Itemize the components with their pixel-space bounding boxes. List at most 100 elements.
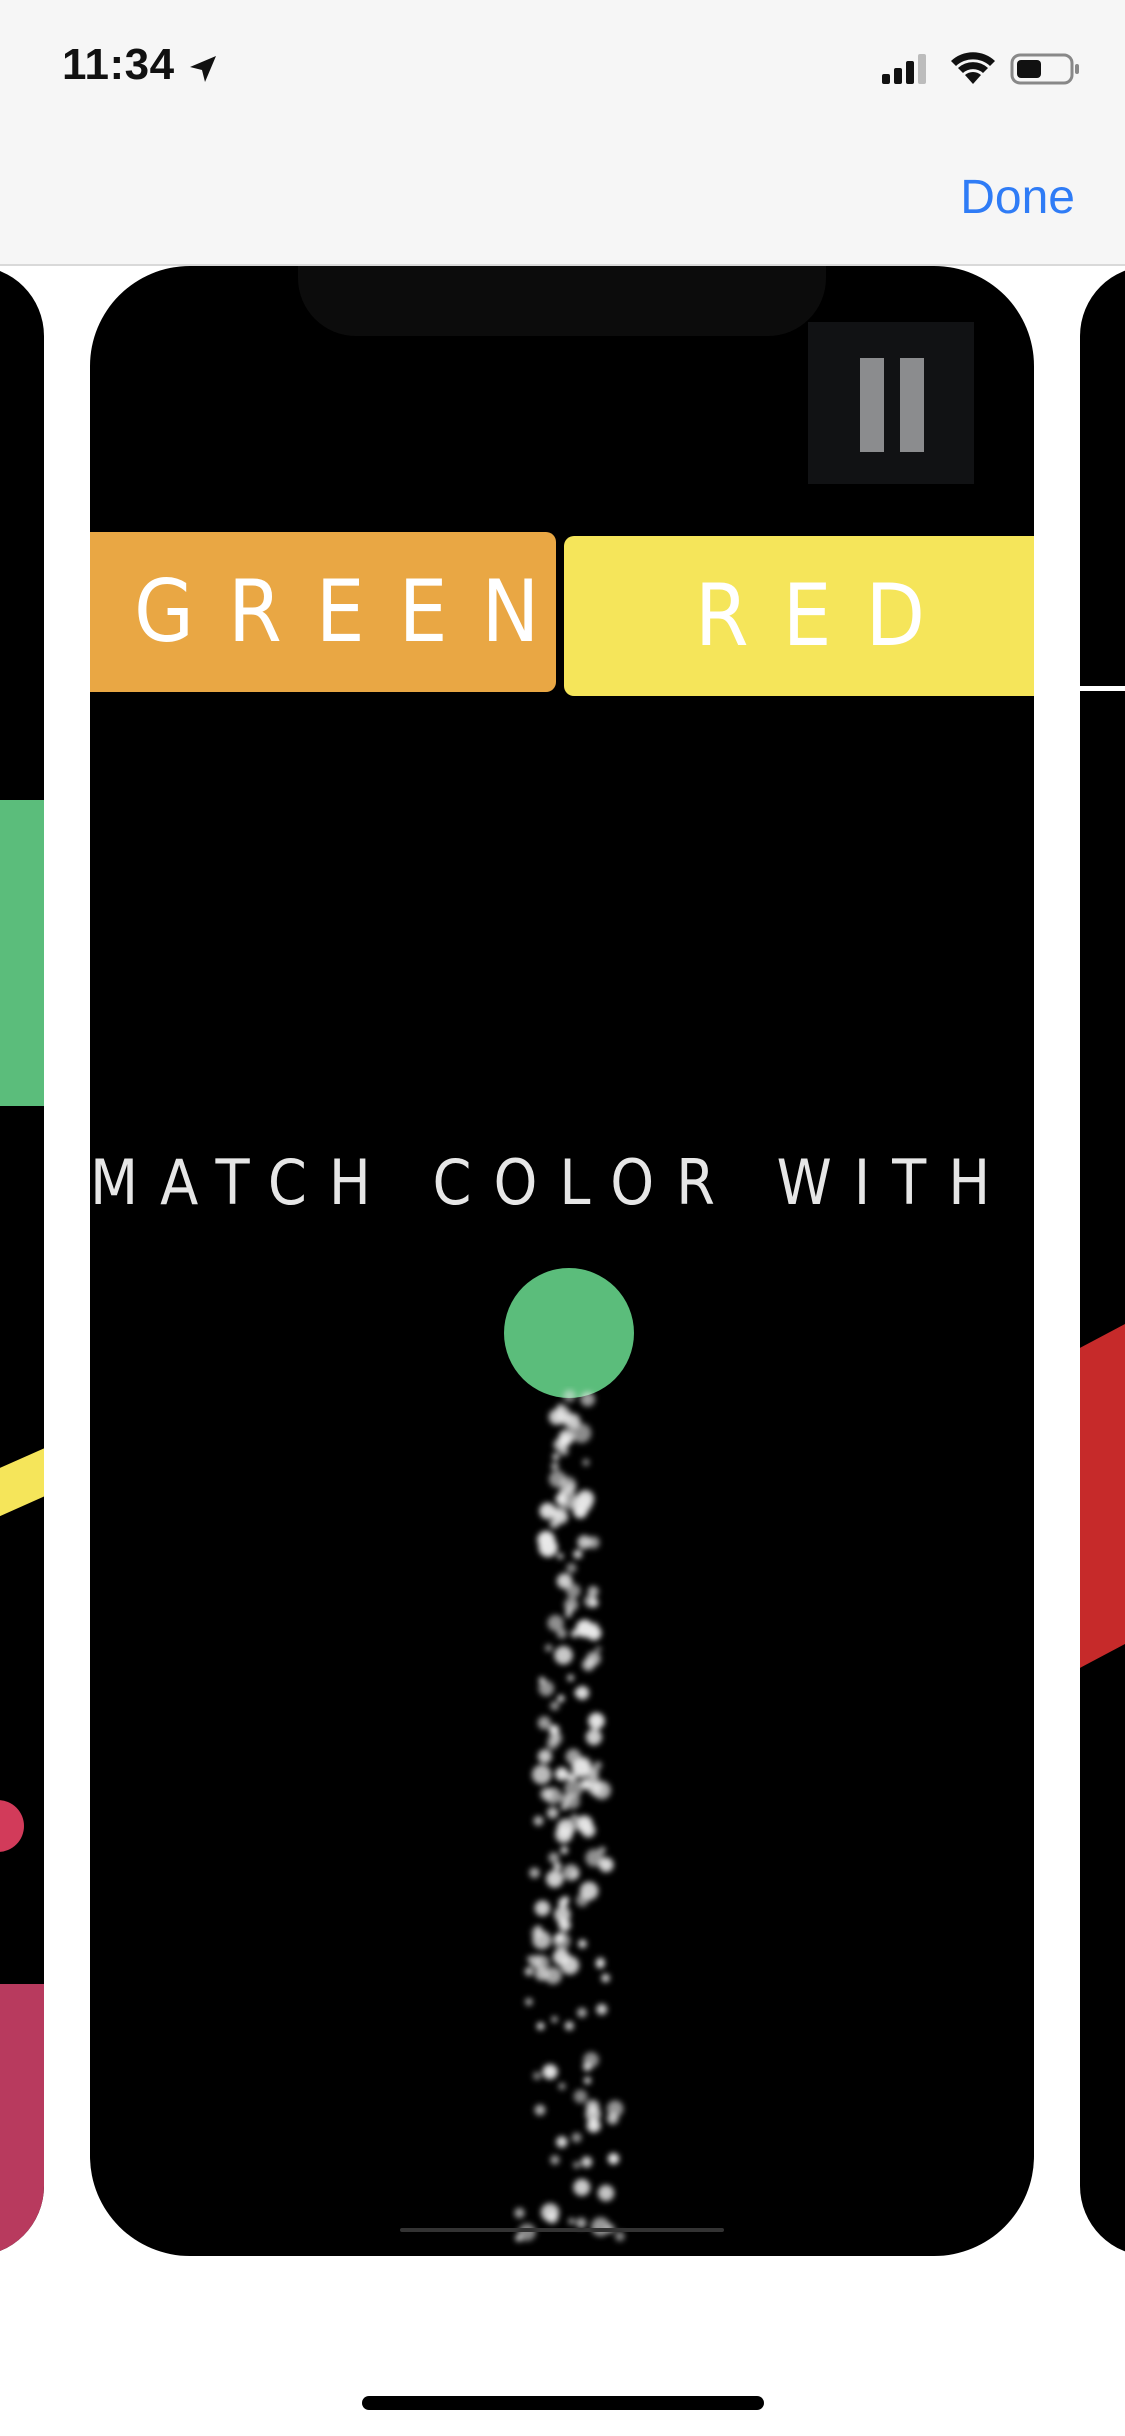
- trail-particle: [578, 1939, 587, 1949]
- trail-particle: [552, 1948, 570, 1966]
- battery-icon: [1010, 53, 1079, 85]
- trail-particle: [555, 1767, 569, 1781]
- cellular-signal-icon: [882, 54, 926, 84]
- trail-particle: [573, 2178, 591, 2196]
- pause-button[interactable]: [808, 322, 974, 484]
- trail-particle: [570, 1629, 579, 1638]
- trail-particle: [554, 1646, 573, 1665]
- trail-particle: [531, 1764, 552, 1785]
- next-screenshot[interactable]: [1080, 266, 1125, 2256]
- trail-particle: [615, 2231, 625, 2242]
- trail-particle: [534, 2104, 546, 2116]
- trail-particle: [553, 1438, 567, 1452]
- trail-particle: [583, 2052, 599, 2068]
- trail-particle: [558, 2082, 566, 2090]
- home-indicator[interactable]: [362, 2396, 764, 2410]
- pause-icon-bar: [900, 358, 924, 452]
- trail-particle: [593, 1761, 602, 1770]
- trail-particle: [586, 1625, 602, 1641]
- trail-particle: [548, 1731, 563, 1746]
- trail-particle: [574, 1756, 592, 1774]
- trail-particle: [548, 1470, 567, 1488]
- done-button[interactable]: Done: [960, 170, 1075, 225]
- trail-particle: [562, 1864, 580, 1881]
- trail-particle: [555, 1825, 573, 1844]
- trail-particle: [544, 1787, 562, 1805]
- status-time: 11:34: [62, 40, 175, 89]
- trail-particle: [607, 2153, 620, 2165]
- trail-particle: [596, 1957, 605, 1966]
- magenta-block: [0, 1984, 44, 2256]
- trail-particle: [573, 2089, 588, 2104]
- location-arrow-icon: [190, 56, 216, 82]
- trail-particle: [577, 2007, 587, 2018]
- previous-screenshot[interactable]: [0, 266, 44, 2256]
- trail-particle: [596, 2003, 608, 2015]
- trail-particle: [581, 1823, 596, 1838]
- trail-particle: [588, 1776, 601, 1789]
- trail-particle: [601, 1973, 610, 1983]
- trail-particle: [553, 1862, 562, 1871]
- trail-particle: [589, 1598, 599, 1608]
- red-block: [1080, 1284, 1125, 1668]
- trail-particle: [550, 2155, 560, 2165]
- trail-particle: [524, 1967, 534, 1976]
- trail-particle: [595, 1646, 602, 1653]
- trail-particle: [538, 1680, 555, 1697]
- white-line: [1080, 686, 1125, 691]
- trail-particle: [532, 1930, 552, 1950]
- trail-particle: [534, 1900, 551, 1916]
- current-screenshot[interactable]: GREEN RED MATCH COLOR WITH TEXT: [90, 266, 1034, 2256]
- trail-particle: [532, 2071, 542, 2081]
- particle-trail: [514, 1389, 625, 2242]
- trail-particle: [557, 1553, 564, 1560]
- screen: 11:34 Done GREEN RED MATCH COLOR WITH: [0, 0, 1125, 2436]
- trail-particle: [575, 2217, 587, 2229]
- trail-particle: [556, 1410, 572, 1425]
- trail-particle: [585, 2106, 601, 2123]
- trail-particle: [606, 2112, 619, 2125]
- wifi-icon: [951, 52, 995, 84]
- trail-particle: [580, 1391, 596, 1407]
- trail-particle: [564, 1793, 581, 1810]
- trail-particle: [552, 1932, 571, 1950]
- trail-particle: [582, 1658, 595, 1671]
- trail-particle: [585, 1729, 602, 1746]
- trail-particle: [546, 1807, 559, 1819]
- trail-particle: [582, 1458, 590, 1466]
- trail-particle: [566, 1562, 577, 1574]
- trail-particle: [573, 2161, 581, 2169]
- trail-particle: [575, 1686, 590, 1700]
- instruction-text: MATCH COLOR WITH TEXT: [90, 1146, 1034, 1219]
- trail-particle: [566, 1583, 581, 1599]
- trail-particle: [544, 1967, 562, 1985]
- trail-particle: [540, 2203, 560, 2222]
- trail-particle: [551, 2016, 558, 2023]
- trail-particle: [550, 1701, 560, 1711]
- status-bar: 11:34: [0, 0, 1125, 140]
- trail-particle: [579, 1881, 599, 1901]
- trail-particle: [571, 1423, 592, 1443]
- trail-particle: [563, 1389, 576, 1403]
- trail-particle: [588, 1712, 605, 1730]
- pause-icon: [860, 358, 884, 452]
- trail-particle: [544, 1644, 553, 1652]
- trail-particle: [556, 1628, 567, 1639]
- trail-particle: [553, 1509, 569, 1525]
- trail-particle: [587, 1586, 599, 1597]
- trail-particle: [542, 2064, 558, 2080]
- trail-particle: [555, 1493, 568, 1506]
- screenshot-carousel[interactable]: GREEN RED MATCH COLOR WITH TEXT: [0, 266, 1125, 2266]
- trail-particle: [550, 1462, 559, 1471]
- trail-particle: [571, 2132, 582, 2143]
- trail-particle: [526, 1955, 534, 1962]
- trail-particle: [577, 1535, 592, 1550]
- trail-particle: [518, 2223, 536, 2242]
- trail-particle: [597, 2184, 615, 2202]
- trail-particle: [529, 1867, 540, 1879]
- color-word-left[interactable]: GREEN: [90, 532, 556, 692]
- trail-particle: [537, 1749, 552, 1764]
- trail-particle: [576, 1490, 595, 1508]
- trail-particle: [537, 1716, 551, 1730]
- color-word-right[interactable]: RED: [564, 536, 1034, 696]
